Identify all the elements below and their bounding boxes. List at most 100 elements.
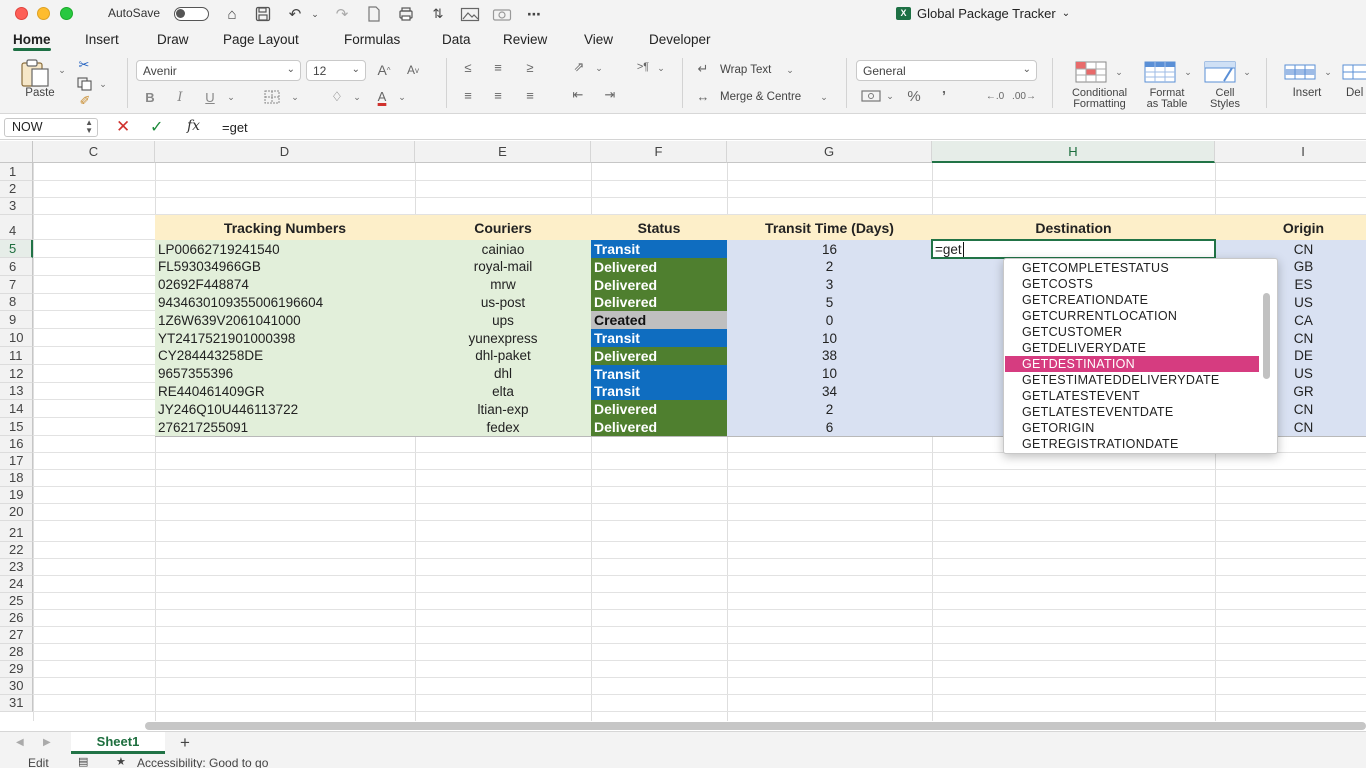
paste-options-chevron-icon[interactable]: ⌄ — [57, 64, 67, 76]
cell-styles-chevron-icon[interactable]: ⌄ — [1242, 66, 1252, 78]
cell-courier[interactable]: dhl-paket — [415, 347, 592, 366]
row-header-7[interactable]: 7 — [0, 275, 33, 294]
decrease-font-size-icon[interactable]: Av — [403, 60, 423, 80]
cell-courier[interactable]: cainiao — [415, 240, 592, 259]
orientation-chevron-icon[interactable]: ⌄ — [594, 62, 604, 74]
undo-dropdown-chevron-icon[interactable]: ⌄ — [309, 4, 321, 24]
decrease-decimal-icon[interactable]: .00→ — [1012, 88, 1036, 104]
comma-style-icon[interactable]: ’ — [936, 88, 952, 105]
row-header-13[interactable]: 13 — [0, 382, 33, 401]
borders-icon[interactable] — [262, 88, 282, 106]
cell-tracking-number[interactable]: 9657355396 — [155, 364, 416, 384]
column-header-e[interactable]: E — [415, 141, 591, 163]
increase-indent-icon[interactable]: ⇥ — [600, 87, 620, 102]
insert-cells-chevron-icon[interactable]: ⌄ — [1323, 66, 1333, 78]
fill-color-bucket-icon[interactable]: ♢ — [327, 88, 347, 106]
autocomplete-item-getregistrationdate[interactable]: GETREGISTRATIONDATE — [1005, 436, 1259, 452]
conditional-formatting-icon[interactable] — [1074, 60, 1108, 84]
header-status[interactable]: Status — [591, 215, 728, 241]
align-top-icon[interactable]: ≤ — [459, 60, 477, 75]
cell-courier[interactable]: ltian-exp — [415, 400, 592, 420]
tab-formulas[interactable]: Formulas — [344, 32, 400, 47]
more-options-icon[interactable]: ⋯ — [524, 4, 544, 24]
tab-insert[interactable]: Insert — [85, 32, 119, 47]
scroll-sheets-right-icon[interactable]: ▶ — [43, 737, 51, 748]
row-header-24[interactable]: 24 — [0, 576, 33, 593]
cell-status[interactable]: Transit — [591, 329, 728, 348]
cell-status[interactable]: Transit — [591, 240, 728, 259]
row-header-4[interactable]: 4 — [0, 215, 33, 240]
cell-status[interactable]: Delivered — [591, 275, 728, 295]
autocomplete-scrollbar[interactable] — [1263, 293, 1270, 379]
row-header-23[interactable]: 23 — [0, 559, 33, 576]
merge-chevron-icon[interactable]: ⌄ — [819, 91, 829, 103]
autocomplete-item-getcompletestatus[interactable]: GETCOMPLETESTATUS — [1005, 260, 1259, 276]
row-header-8[interactable]: 8 — [0, 293, 33, 312]
save-icon[interactable] — [253, 4, 273, 24]
delete-cells-icon[interactable] — [1342, 60, 1366, 84]
paste-icon[interactable] — [18, 58, 54, 88]
cell-status[interactable]: Delivered — [591, 293, 728, 313]
horizontal-scrollbar[interactable] — [0, 721, 1366, 731]
cell-tracking-number[interactable]: LP00662719241540 — [155, 240, 416, 259]
conditional-formatting-chevron-icon[interactable]: ⌄ — [1114, 66, 1124, 78]
tab-page-layout[interactable]: Page Layout — [223, 32, 299, 47]
cell-transit-days[interactable]: 34 — [727, 382, 933, 402]
column-header-g[interactable]: G — [727, 141, 932, 163]
row-header-21[interactable]: 21 — [0, 521, 33, 542]
row-header-17[interactable]: 17 — [0, 453, 33, 470]
tab-developer[interactable]: Developer — [649, 32, 711, 47]
row-header-20[interactable]: 20 — [0, 504, 33, 521]
accounting-format-icon[interactable] — [860, 88, 882, 104]
align-right-icon[interactable]: ≡ — [521, 88, 539, 103]
cell-courier[interactable]: fedex — [415, 418, 592, 437]
autocomplete-item-getcosts[interactable]: GETCOSTS — [1005, 276, 1259, 292]
camera-icon[interactable] — [491, 4, 513, 24]
copy-icon[interactable] — [74, 76, 96, 92]
header-transit-time[interactable]: Transit Time (Days) — [727, 215, 933, 241]
wrap-text-icon[interactable]: ↵ — [694, 61, 712, 76]
row-header-11[interactable]: 11 — [0, 347, 33, 365]
row-header-14[interactable]: 14 — [0, 400, 33, 419]
column-header-i[interactable]: I — [1215, 141, 1366, 163]
cell-transit-days[interactable]: 38 — [727, 347, 933, 366]
wrap-text-chevron-icon[interactable]: ⌄ — [785, 64, 795, 76]
row-header-3[interactable]: 3 — [0, 198, 33, 215]
tab-home[interactable]: Home — [13, 32, 51, 51]
merge-centre-label[interactable]: Merge & Centre — [720, 91, 801, 103]
row-header-18[interactable]: 18 — [0, 470, 33, 487]
cell-status[interactable]: Delivered — [591, 418, 728, 437]
cell-tracking-number[interactable]: 276217255091 — [155, 418, 416, 437]
cell-transit-days[interactable]: 2 — [727, 400, 933, 420]
decrease-indent-icon[interactable]: ⇤ — [568, 87, 588, 102]
align-left-icon[interactable]: ≡ — [459, 88, 477, 103]
home-icon[interactable]: ⌂ — [222, 4, 242, 24]
fill-color-chevron-icon[interactable]: ⌄ — [352, 90, 362, 104]
autocomplete-item-getcreationdate[interactable]: GETCREATIONDATE — [1005, 292, 1259, 308]
minimize-window-button[interactable] — [37, 7, 50, 20]
cell-transit-days[interactable]: 16 — [727, 240, 933, 259]
cell-transit-days[interactable]: 5 — [727, 293, 933, 313]
row-header-1[interactable]: 1 — [0, 163, 33, 181]
percent-style-icon[interactable]: % — [904, 88, 924, 105]
insert-picture-icon[interactable] — [459, 4, 481, 24]
insert-cells-icon[interactable] — [1283, 60, 1317, 84]
row-header-27[interactable]: 27 — [0, 627, 33, 644]
format-as-table-chevron-icon[interactable]: ⌄ — [1183, 66, 1193, 78]
autocomplete-item-getcurrentlocation[interactable]: GETCURRENTLOCATION — [1005, 308, 1259, 324]
redo-icon[interactable]: ↷ — [332, 4, 352, 24]
align-center-icon[interactable]: ≡ — [489, 88, 507, 103]
cell-status[interactable]: Transit — [591, 364, 728, 384]
text-direction-chevron-icon[interactable]: ⌄ — [656, 62, 666, 74]
name-box-stepper-icon[interactable]: ▲ ▼ — [85, 119, 93, 135]
insert-function-fx-icon[interactable]: fx — [187, 118, 200, 134]
autosave-toggle[interactable] — [174, 7, 209, 21]
cell-tracking-number[interactable]: JY246Q10U446113722 — [155, 400, 416, 420]
row-header-29[interactable]: 29 — [0, 661, 33, 678]
cell-transit-days[interactable]: 10 — [727, 364, 933, 384]
autocomplete-item-getdeliverydate[interactable]: GETDELIVERYDATE — [1005, 340, 1259, 356]
accessibility-icon[interactable]: ★ — [116, 755, 126, 768]
formula-input[interactable]: =get — [222, 120, 248, 135]
cell-tracking-number[interactable]: RE440461409GR — [155, 382, 416, 402]
print-icon[interactable] — [396, 4, 416, 24]
